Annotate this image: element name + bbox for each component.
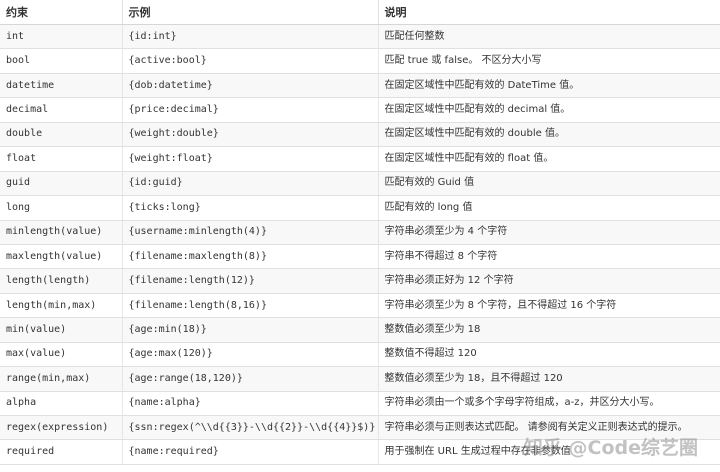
table-row: length(min,max) {filename:length(8,16)} 字符…	[0, 293, 720, 319]
description-cell: 整数值不得超过 120	[378, 342, 720, 368]
example-cell: {filename:maxlength(8)}	[122, 244, 379, 270]
example-cell: {username:minlength(4)}	[122, 220, 379, 245]
description-cell: 字符串必须与正则表达式匹配。 请参阅有关定义正则表达式的提示。	[378, 415, 720, 441]
description-cell: 匹配 true 或 false。 不区分大小写	[378, 48, 720, 74]
table-row: required {name:required} 用于强制在 URL 生成过程中存在…	[0, 439, 720, 465]
example-cell: {weight:double}	[122, 122, 379, 148]
constraint-cell: regex(expression)	[0, 415, 123, 441]
constraint-cell: long	[0, 195, 123, 221]
table-row: range(min,max) {age:range(18,120)} 整数值必须至少…	[0, 366, 720, 392]
route-constraints-table: 约束 示例 说明 int {id:int} 匹配任何整数 bool {active:bo…	[0, 0, 720, 465]
constraint-cell: int	[0, 24, 123, 50]
description-cell: 匹配有效的 long 值	[378, 195, 720, 221]
constraint-cell: decimal	[0, 97, 123, 123]
constraint-cell: alpha	[0, 391, 123, 417]
description-cell: 字符串必须由一个或多个字母字符组成，a-z，并区分大小写。	[378, 391, 720, 417]
table-row: float {weight:float} 在固定区域性中匹配有效的 float 值。	[0, 146, 720, 172]
example-cell: {price:decimal}	[122, 97, 379, 123]
constraint-cell: datetime	[0, 73, 123, 99]
table-row: max(value) {age:max(120)} 整数值不得超过 120	[0, 342, 720, 368]
constraint-cell: max(value)	[0, 342, 123, 368]
description-cell: 在固定区域性中匹配有效的 float 值。	[378, 146, 720, 172]
constraint-cell: required	[0, 439, 123, 465]
constraint-cell: range(min,max)	[0, 366, 123, 392]
table-header-row: 约束 示例 说明	[0, 0, 720, 25]
example-cell: {name:alpha}	[122, 391, 379, 417]
header-example: 示例	[122, 0, 379, 25]
table-row: guid {id:guid} 匹配有效的 Guid 值	[0, 171, 720, 197]
description-cell: 字符串必须正好为 12 个字符	[378, 268, 720, 294]
description-cell: 在固定区域性中匹配有效的 double 值。	[378, 122, 720, 148]
description-cell: 字符串必须至少为 4 个字符	[378, 220, 720, 245]
constraint-cell: maxlength(value)	[0, 244, 123, 270]
table-row: bool {active:bool} 匹配 true 或 false。 不区分大小写	[0, 48, 720, 74]
constraint-cell: double	[0, 122, 123, 148]
header-description: 说明	[378, 0, 720, 25]
table-row: alpha {name:alpha} 字符串必须由一个或多个字母字符组成，a-z，并…	[0, 391, 720, 417]
table-row: decimal {price:decimal} 在固定区域性中匹配有效的 decim…	[0, 97, 720, 123]
description-cell: 用于强制在 URL 生成过程中存在非参数值	[378, 439, 720, 465]
description-cell: 在固定区域性中匹配有效的 DateTime 值。	[378, 73, 720, 99]
example-cell: {age:min(18)}	[122, 317, 379, 343]
table-row: min(value) {age:min(18)} 整数值必须至少为 18	[0, 317, 720, 343]
table-row: datetime {dob:datetime} 在固定区域性中匹配有效的 DateT…	[0, 73, 720, 99]
description-cell: 在固定区域性中匹配有效的 decimal 值。	[378, 97, 720, 123]
constraint-cell: float	[0, 146, 123, 172]
example-cell: {filename:length(12)}	[122, 268, 379, 294]
description-cell: 字符串不得超过 8 个字符	[378, 244, 720, 270]
constraint-cell: length(min,max)	[0, 293, 123, 319]
table-row: minlength(value) {username:minlength(4)} 字…	[0, 220, 720, 245]
example-cell: {age:max(120)}	[122, 342, 379, 368]
example-cell: {id:int}	[122, 24, 379, 50]
example-cell: {age:range(18,120)}	[122, 366, 379, 392]
constraint-cell: minlength(value)	[0, 220, 123, 245]
example-cell: {ticks:long}	[122, 195, 379, 221]
constraint-cell: length(length)	[0, 268, 123, 294]
table-row: regex(expression) {ssn:regex(^\\d{{3}}-\\…	[0, 415, 720, 441]
description-cell: 字符串必须至少为 8 个字符，且不得超过 16 个字符	[378, 293, 720, 319]
table-row: length(length) {filename:length(12)} 字符串必须…	[0, 268, 720, 294]
table-row: int {id:int} 匹配任何整数	[0, 24, 720, 50]
constraint-cell: guid	[0, 171, 123, 197]
table-row: long {ticks:long} 匹配有效的 long 值	[0, 195, 720, 221]
example-cell: {name:required}	[122, 439, 379, 465]
description-cell: 整数值必须至少为 18，且不得超过 120	[378, 366, 720, 392]
example-cell: {dob:datetime}	[122, 73, 379, 99]
example-cell: {filename:length(8,16)}	[122, 293, 379, 319]
constraint-cell: bool	[0, 48, 123, 74]
constraint-cell: min(value)	[0, 317, 123, 343]
example-cell: {ssn:regex(^\\d{{3}}-\\d{{2}}-\\d{{4}}$)…	[122, 415, 379, 441]
description-cell: 整数值必须至少为 18	[378, 317, 720, 343]
description-cell: 匹配任何整数	[378, 24, 720, 50]
example-cell: {active:bool}	[122, 48, 379, 74]
header-constraint: 约束	[0, 0, 123, 25]
table-row: maxlength(value) {filename:maxlength(8)} 字…	[0, 244, 720, 270]
example-cell: {weight:float}	[122, 146, 379, 172]
table-row: double {weight:double} 在固定区域性中匹配有效的 double…	[0, 122, 720, 148]
description-cell: 匹配有效的 Guid 值	[378, 171, 720, 197]
example-cell: {id:guid}	[122, 171, 379, 197]
